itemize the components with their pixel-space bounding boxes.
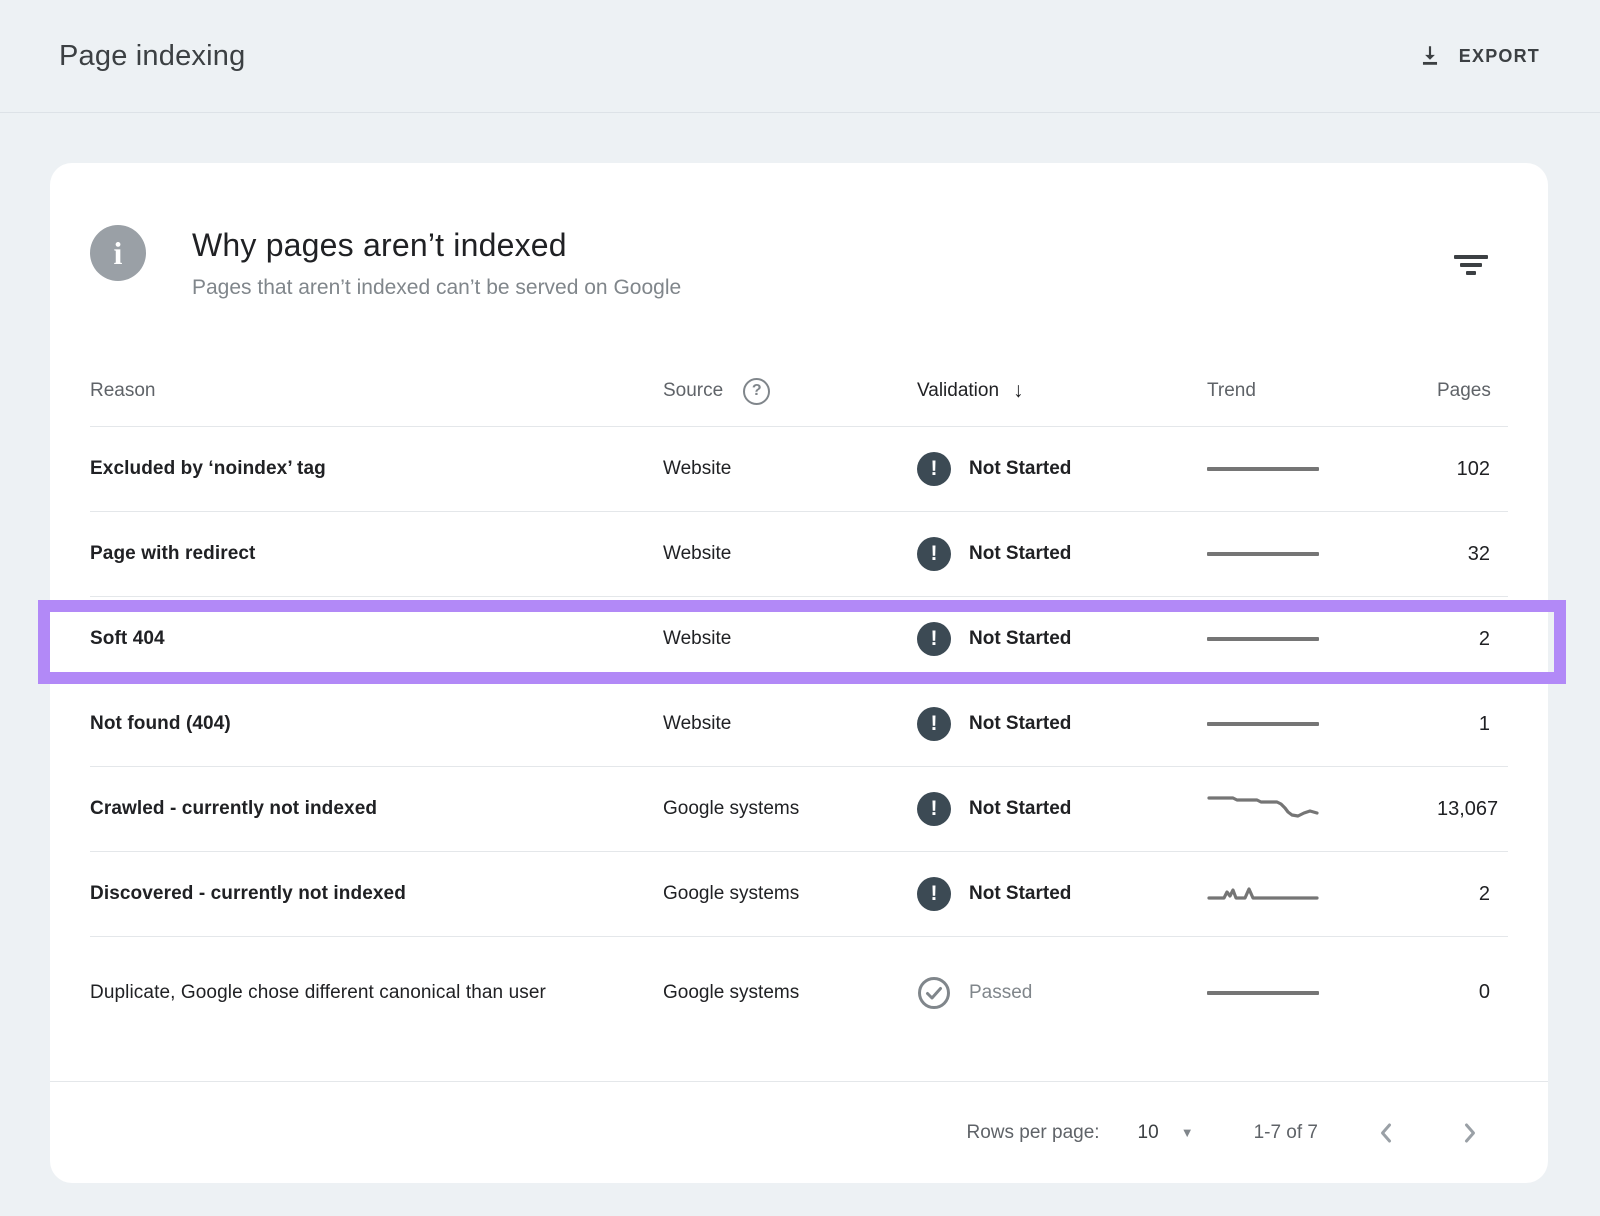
column-header-pages[interactable]: Pages [1437,380,1509,402]
not-started-icon: ! [917,707,951,741]
column-header-reason[interactable]: Reason [90,380,663,402]
card-subtitle: Pages that aren’t indexed can’t be serve… [192,276,681,300]
chevron-left-icon [1376,1120,1396,1146]
validation-status: Not Started [969,883,1071,905]
reason-cell: Soft 404 [90,622,600,655]
validation-status: Passed [969,982,1032,1004]
reason-cell: Crawled - currently not indexed [90,792,600,825]
reason-cell: Discovered - currently not indexed [90,877,600,910]
validation-status: Not Started [969,543,1071,565]
pages-count: 2 [1437,628,1508,651]
page-title: Page indexing [59,40,245,73]
reason-cell: Page with redirect [90,537,600,570]
next-page-button[interactable] [1454,1114,1486,1152]
source-cell: Website [663,628,917,650]
column-header-validation[interactable]: Validation [917,380,999,402]
not-started-icon: ! [917,792,951,826]
rows-per-page-select[interactable]: 10 ▼ [1138,1122,1194,1144]
trend-sparkline [1183,552,1437,556]
page-range-label: 1-7 of 7 [1254,1122,1318,1144]
pages-count: 1 [1437,713,1508,736]
pages-count: 0 [1437,981,1508,1004]
table-row[interactable]: Excluded by ‘noindex’ tag Website ! Not … [90,426,1508,511]
trend-sparkline [1183,722,1437,726]
column-header-trend: Trend [1183,380,1437,402]
validation-status: Not Started [969,628,1071,650]
not-started-icon: ! [917,537,951,571]
source-cell: Google systems [663,798,917,820]
table-row[interactable]: Crawled - currently not indexed Google s… [90,766,1508,851]
table-row[interactable]: Not found (404) Website ! Not Started 1 [90,681,1508,766]
table-row-soft-404-highlighted[interactable]: Soft 404 Website ! Not Started 2 [90,596,1508,681]
trend-sparkline [1183,467,1437,471]
why-pages-arent-indexed-card: i Why pages aren’t indexed Pages that ar… [50,163,1548,1183]
pagination-footer: Rows per page: 10 ▼ 1-7 of 7 [50,1081,1548,1183]
card-header: i Why pages aren’t indexed Pages that ar… [50,163,1548,300]
filter-icon[interactable] [1454,255,1488,277]
trend-sparkline-declining [1183,791,1437,827]
chevron-right-icon [1460,1120,1480,1146]
not-started-icon: ! [917,877,951,911]
table-header-row: Reason Source ? Validation ↓ Trend Pages [90,356,1508,426]
reason-cell: Duplicate, Google chose different canoni… [90,976,600,1009]
download-icon [1417,43,1443,69]
validation-status: Not Started [969,713,1071,735]
not-started-icon: ! [917,452,951,486]
help-icon[interactable]: ? [743,378,770,405]
source-cell: Google systems [663,883,917,905]
source-cell: Website [663,543,917,565]
export-label: EXPORT [1459,46,1540,67]
rows-per-page-value: 10 [1138,1122,1159,1144]
table-row[interactable]: Discovered - currently not indexed Googl… [90,851,1508,936]
source-cell: Google systems [663,982,917,1004]
trend-sparkline [1183,991,1437,995]
reason-cell: Not found (404) [90,707,600,740]
card-title: Why pages aren’t indexed [192,227,681,264]
validation-status: Not Started [969,458,1071,480]
dropdown-caret-icon: ▼ [1181,1125,1194,1140]
previous-page-button[interactable] [1370,1114,1402,1152]
trend-sparkline [1183,637,1437,641]
pages-count: 32 [1437,543,1508,566]
table-row[interactable]: Duplicate, Google chose different canoni… [90,936,1508,1048]
column-header-source[interactable]: Source [663,380,723,402]
source-cell: Website [663,713,917,735]
rows-per-page-label: Rows per page: [966,1122,1099,1144]
not-started-icon: ! [917,622,951,656]
pages-count: 2 [1437,883,1508,906]
pages-count: 13,067 [1437,798,1516,821]
top-bar: Page indexing EXPORT [0,0,1600,113]
table-row[interactable]: Page with redirect Website ! Not Started… [90,511,1508,596]
trend-sparkline-spiky [1183,876,1437,912]
pages-count: 102 [1437,458,1508,481]
export-button[interactable]: EXPORT [1417,43,1540,69]
reason-cell: Excluded by ‘noindex’ tag [90,452,600,485]
issues-table: Reason Source ? Validation ↓ Trend Pages… [50,356,1548,1048]
info-icon: i [90,225,146,281]
sort-descending-icon[interactable]: ↓ [1013,379,1024,403]
validation-status: Not Started [969,798,1071,820]
source-cell: Website [663,458,917,480]
passed-check-icon [917,976,951,1010]
